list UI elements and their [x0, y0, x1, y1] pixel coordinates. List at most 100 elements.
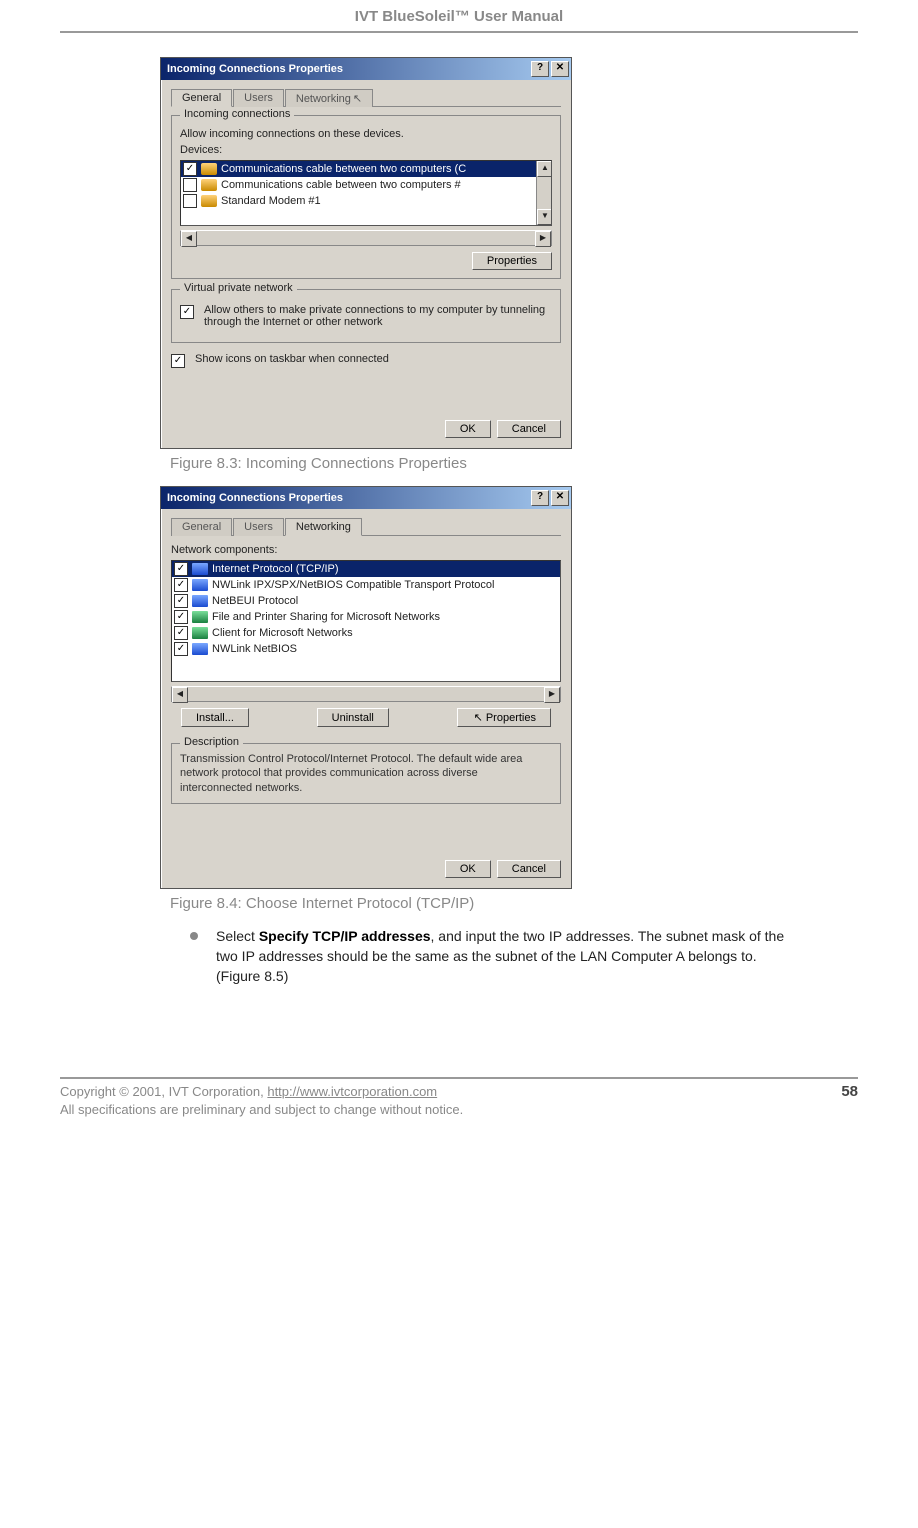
modem-icon [201, 163, 217, 175]
help-button[interactable]: ? [531, 61, 549, 77]
page-header-title: IVT BlueSoleil™ User Manual [60, 0, 858, 31]
description-text: Transmission Control Protocol/Internet P… [180, 752, 552, 795]
checkbox-icon[interactable] [174, 578, 188, 592]
scroll-left-icon[interactable]: ◀ [172, 687, 188, 703]
devices-label: Devices: [180, 144, 552, 156]
show-icons-label: Show icons on taskbar when connected [195, 353, 389, 365]
group-description: Description Transmission Control Protoco… [171, 743, 561, 804]
header-rule [60, 31, 858, 33]
tab-general[interactable]: General [171, 518, 232, 536]
group-incoming-connections: Incoming connections Allow incoming conn… [171, 115, 561, 279]
help-button[interactable]: ? [531, 490, 549, 506]
device-label: Standard Modem #1 [221, 195, 321, 207]
component-label: File and Printer Sharing for Microsoft N… [212, 611, 440, 623]
scroll-up-icon[interactable]: ▲ [537, 161, 552, 177]
protocol-icon [192, 595, 208, 607]
list-item[interactable]: File and Printer Sharing for Microsoft N… [172, 609, 560, 625]
list-item[interactable]: Standard Modem #1 [181, 193, 551, 209]
list-item[interactable]: Internet Protocol (TCP/IP) [172, 561, 560, 577]
tab-users[interactable]: Users [233, 89, 284, 107]
ok-button[interactable]: OK [445, 420, 491, 438]
show-icons-checkbox[interactable] [171, 354, 185, 368]
group-legend: Description [180, 736, 243, 748]
footer-link[interactable]: http://www.ivtcorporation.com [267, 1084, 437, 1099]
service-icon [192, 627, 208, 639]
component-label: Internet Protocol (TCP/IP) [212, 563, 339, 575]
cancel-button[interactable]: Cancel [497, 420, 561, 438]
properties-label: Properties [486, 712, 536, 724]
vpn-checkbox[interactable] [180, 305, 194, 319]
component-label: NWLink NetBIOS [212, 643, 297, 655]
devices-listbox[interactable]: Communications cable between two compute… [180, 160, 552, 226]
install-button[interactable]: Install... [181, 708, 249, 727]
instruction-bold: Specify TCP/IP addresses [259, 928, 431, 944]
copyright-text: Copyright © 2001, IVT Corporation, [60, 1084, 267, 1099]
components-listbox[interactable]: Internet Protocol (TCP/IP) NWLink IPX/SP… [171, 560, 561, 682]
dialog-title: Incoming Connections Properties [167, 63, 343, 75]
instruction-prefix: Select [216, 928, 259, 944]
list-item[interactable]: Communications cable between two compute… [181, 177, 551, 193]
service-icon [192, 611, 208, 623]
ok-button[interactable]: OK [445, 860, 491, 878]
titlebar: Incoming Connections Properties ? ✕ [161, 58, 571, 80]
list-item[interactable]: NWLink IPX/SPX/NetBIOS Compatible Transp… [172, 577, 560, 593]
tab-general[interactable]: General [171, 89, 232, 107]
footer-rule [60, 1077, 858, 1079]
instruction-bullet: Select Specify TCP/IP addresses, and inp… [190, 926, 788, 987]
instruction-text: Select Specify TCP/IP addresses, and inp… [216, 926, 788, 987]
properties-button[interactable]: ↖ Properties [457, 708, 551, 727]
modem-icon [201, 179, 217, 191]
figure-caption-2: Figure 8.4: Choose Internet Protocol (TC… [170, 895, 858, 912]
group-legend: Incoming connections [180, 108, 294, 120]
scroll-right-icon[interactable]: ▶ [535, 231, 551, 247]
close-button[interactable]: ✕ [551, 61, 569, 77]
cursor-icon: ↖ [474, 711, 483, 724]
protocol-icon [192, 579, 208, 591]
device-label: Communications cable between two compute… [221, 163, 466, 175]
vpn-text: Allow others to make private connections… [204, 304, 552, 328]
tab-networking[interactable]: Networking [285, 518, 362, 536]
titlebar: Incoming Connections Properties ? ✕ [161, 487, 571, 509]
uninstall-button[interactable]: Uninstall [317, 708, 389, 727]
device-label: Communications cable between two compute… [221, 179, 461, 191]
tab-users[interactable]: Users [233, 518, 284, 536]
cancel-button[interactable]: Cancel [497, 860, 561, 878]
checkbox-icon[interactable] [174, 642, 188, 656]
component-label: Client for Microsoft Networks [212, 627, 353, 639]
dialog-incoming-conn-general: Incoming Connections Properties ? ✕ Gene… [160, 57, 572, 449]
dialog-incoming-conn-networking: Incoming Connections Properties ? ✕ Gene… [160, 486, 572, 889]
protocol-icon [192, 643, 208, 655]
list-item[interactable]: NWLink NetBIOS [172, 641, 560, 657]
protocol-icon [192, 563, 208, 575]
horizontal-scrollbar[interactable]: ◀ ▶ [171, 686, 561, 702]
properties-button[interactable]: Properties [472, 252, 552, 270]
checkbox-icon[interactable] [174, 610, 188, 624]
checkbox-icon[interactable] [183, 178, 197, 192]
checkbox-icon[interactable] [183, 162, 197, 176]
close-button[interactable]: ✕ [551, 490, 569, 506]
page-number: 58 [841, 1083, 858, 1100]
list-item[interactable]: Communications cable between two compute… [181, 161, 551, 177]
tabstrip: General Users Networking [171, 517, 561, 536]
scroll-right-icon[interactable]: ▶ [544, 687, 560, 703]
vertical-scrollbar[interactable]: ▲ ▼ [536, 161, 551, 225]
list-item[interactable]: Client for Microsoft Networks [172, 625, 560, 641]
tab-networking[interactable]: Networking↖ [285, 89, 373, 107]
cursor-icon: ↖ [353, 92, 362, 105]
intro-text: Allow incoming connections on these devi… [180, 128, 552, 140]
checkbox-icon[interactable] [174, 594, 188, 608]
scroll-down-icon[interactable]: ▼ [537, 209, 552, 225]
dialog-title: Incoming Connections Properties [167, 492, 343, 504]
components-label: Network components: [171, 544, 561, 556]
checkbox-icon[interactable] [174, 562, 188, 576]
bullet-icon [190, 932, 198, 940]
footer-text: Copyright © 2001, IVT Corporation, http:… [60, 1083, 463, 1119]
group-vpn: Virtual private network Allow others to … [171, 289, 561, 343]
checkbox-icon[interactable] [174, 626, 188, 640]
component-label: NWLink IPX/SPX/NetBIOS Compatible Transp… [212, 579, 494, 591]
scroll-left-icon[interactable]: ◀ [181, 231, 197, 247]
horizontal-scrollbar[interactable]: ◀ ▶ [180, 230, 552, 246]
list-item[interactable]: NetBEUI Protocol [172, 593, 560, 609]
checkbox-icon[interactable] [183, 194, 197, 208]
tabstrip: General Users Networking↖ [171, 88, 561, 107]
